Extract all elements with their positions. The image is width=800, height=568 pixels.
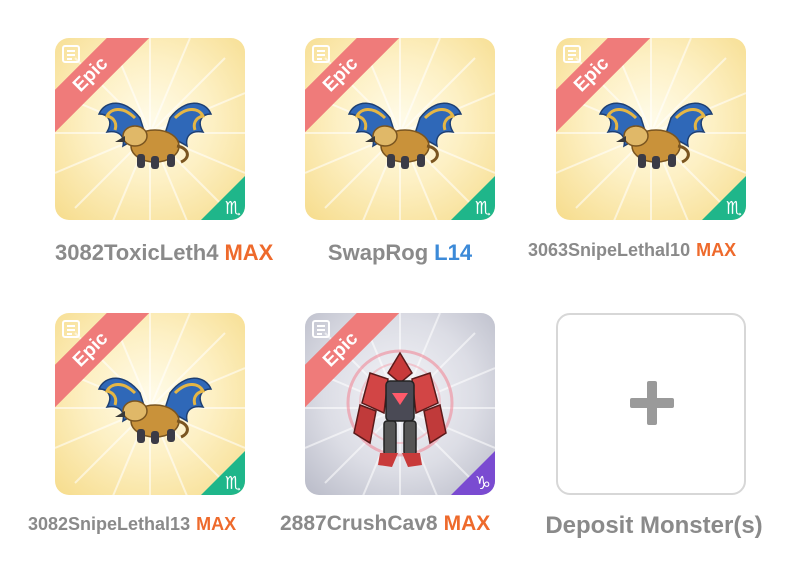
level-badge: L14 bbox=[434, 240, 473, 265]
monster-card-1[interactable]: Epic ♏ bbox=[55, 38, 245, 220]
level-badge: MAX bbox=[196, 514, 237, 534]
svg-text:♏: ♏ bbox=[225, 473, 241, 494]
details-icon[interactable] bbox=[311, 319, 331, 339]
details-icon[interactable] bbox=[311, 44, 331, 64]
level-badge: MAX bbox=[224, 240, 274, 265]
monster-card-3[interactable]: Epic ♏ bbox=[556, 38, 746, 220]
deposit-label: Deposit Monster(s) bbox=[545, 512, 763, 539]
details-icon[interactable] bbox=[562, 44, 582, 64]
level-badge: MAX bbox=[443, 512, 491, 535]
details-icon[interactable] bbox=[61, 319, 81, 339]
monster-card-2[interactable]: Epic ♏ bbox=[305, 38, 495, 220]
svg-text:♏: ♏ bbox=[225, 198, 241, 219]
nature-icon: ♏ bbox=[201, 176, 245, 220]
nature-icon: ♏ bbox=[201, 451, 245, 495]
monster-name-label: 2887CrushCav8 MAX bbox=[280, 512, 491, 535]
svg-text:♑: ♑ bbox=[475, 473, 491, 494]
nature-icon: ♏ bbox=[451, 176, 495, 220]
plus-icon bbox=[630, 381, 674, 425]
svg-text:♏: ♏ bbox=[726, 198, 742, 219]
svg-text:♏: ♏ bbox=[475, 198, 491, 219]
monster-name-label: 3082ToxicLeth4 MAX bbox=[55, 240, 274, 265]
griffin-monster bbox=[97, 376, 213, 446]
monster-card-5[interactable]: Epic ♑ bbox=[305, 313, 495, 495]
monster-name-label: 3063SnipeLethal10 MAX bbox=[528, 240, 737, 260]
griffin-monster bbox=[347, 101, 463, 171]
griffin-monster bbox=[97, 101, 213, 171]
monster-card-4[interactable]: Epic ♏ bbox=[55, 313, 245, 495]
details-icon[interactable] bbox=[61, 44, 81, 64]
monster-name-label: 3082SnipeLethal13 MAX bbox=[28, 514, 237, 534]
deposit-monster-button[interactable] bbox=[556, 313, 746, 495]
level-badge: MAX bbox=[696, 240, 737, 260]
metal-icon: ♑ bbox=[451, 451, 495, 495]
crystal-golem-monster bbox=[346, 349, 454, 467]
griffin-monster bbox=[598, 101, 714, 171]
monster-name-label: SwapRog L14 bbox=[327, 240, 473, 265]
nature-icon: ♏ bbox=[702, 176, 746, 220]
